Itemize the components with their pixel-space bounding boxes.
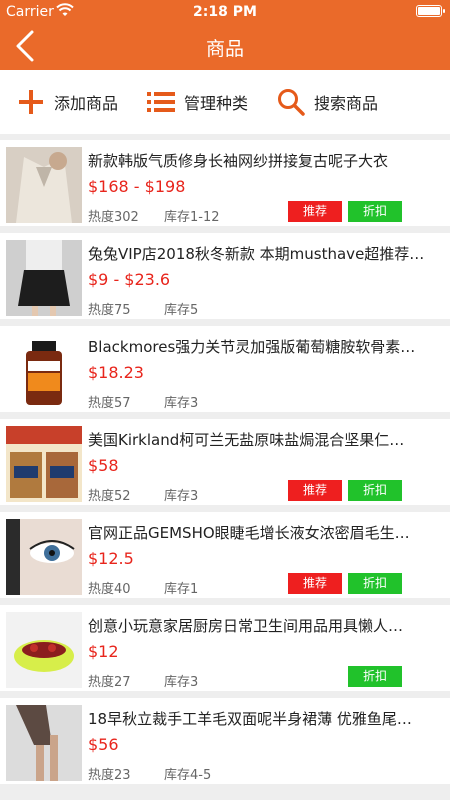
list-icon — [146, 87, 176, 117]
status-bar: Carrier 2:18 PM — [0, 0, 450, 24]
manage-category-label: 管理种类 — [184, 94, 249, 113]
product-meta: 热度40 库存1 — [88, 578, 198, 597]
product-heat: 热度57 — [88, 396, 131, 411]
product-heat: 热度302 — [88, 210, 139, 225]
product-meta: 热度23 库存4-5 — [88, 764, 211, 783]
product-price: $58 — [88, 456, 119, 475]
product-thumbnail — [6, 705, 82, 781]
product-meta: 热度57 库存3 — [88, 392, 198, 411]
product-title: 美国Kirkland柯可兰无盐原味盐焗混合坚果仁… — [88, 431, 405, 449]
product-thumbnail — [6, 519, 82, 595]
product-meta: 热度52 库存3 — [88, 485, 198, 504]
plus-icon — [16, 87, 46, 117]
product-title: 官网正品GEMSHO眼睫毛增长液女浓密眉毛生… — [88, 524, 410, 542]
product-stock: 库存1-12 — [164, 210, 220, 225]
product-meta: 热度75 库存5 — [88, 299, 198, 318]
product-list: 新款韩版气质修身长袖网纱拼接复古呢子大衣 $168 - $198 热度302 库存1-… — [0, 140, 450, 791]
app-header: Carrier 2:18 PM 商品 — [0, 0, 450, 70]
battery-icon — [416, 5, 445, 17]
product-thumbnail — [6, 426, 82, 502]
product-item[interactable]: 兔兔VIP店2018秋冬新款 本期musthave超推荐… $9 - $23.6 热… — [0, 233, 450, 319]
product-price: $12 — [88, 642, 119, 661]
search-product-label: 搜索商品 — [314, 94, 379, 113]
product-thumbnail — [6, 333, 82, 409]
product-stock: 库存3 — [164, 489, 199, 504]
product-item[interactable]: 官网正品GEMSHO眼睫毛增长液女浓密眉毛生… $12.5 热度40 库存1 推荐 折扣 — [0, 512, 450, 598]
product-stock: 库存3 — [164, 675, 199, 690]
action-toolbar: 添加商品 管理种类 搜索商品 — [0, 70, 450, 134]
product-item[interactable]: 创意小玩意家居厨房日常卫生间用品用具懒人… $12 热度27 库存3 折扣 — [0, 605, 450, 691]
product-title: 18早秋立裁手工羊毛双面呢半身裙薄 优雅鱼尾… — [88, 710, 412, 728]
product-price: $168 - $198 — [88, 177, 186, 196]
product-meta: 热度27 库存3 — [88, 671, 198, 690]
product-thumbnail — [6, 147, 82, 223]
search-icon — [276, 87, 306, 117]
product-heat: 热度75 — [88, 303, 131, 318]
product-item[interactable]: Blackmores强力关节灵加强版葡萄糖胺软骨素… $18.23 热度57 库存3 — [0, 326, 450, 412]
product-price: $12.5 — [88, 549, 134, 568]
product-thumbnail — [6, 240, 82, 316]
discount-button[interactable]: 折扣 — [348, 480, 402, 501]
search-product-button[interactable]: 搜索商品 — [276, 70, 378, 134]
product-stock: 库存5 — [164, 303, 199, 318]
product-price: $56 — [88, 735, 119, 754]
product-item[interactable]: 新款韩版气质修身长袖网纱拼接复古呢子大衣 $168 - $198 热度302 库存1-… — [0, 140, 450, 226]
product-stock: 库存1 — [164, 582, 199, 597]
page-title: 商品 — [205, 38, 244, 60]
product-heat: 热度27 — [88, 675, 131, 690]
recommend-button[interactable]: 推荐 — [288, 201, 342, 222]
discount-button[interactable]: 折扣 — [348, 666, 402, 687]
product-stock: 库存4-5 — [164, 768, 212, 783]
product-title: 新款韩版气质修身长袖网纱拼接复古呢子大衣 — [88, 152, 389, 170]
product-title: 创意小玩意家居厨房日常卫生间用品用具懒人… — [88, 617, 404, 635]
product-meta: 热度302 库存1-12 — [88, 206, 220, 225]
product-heat: 热度23 — [88, 768, 131, 783]
recommend-button[interactable]: 推荐 — [288, 573, 342, 594]
product-price: $9 - $23.6 — [88, 270, 171, 289]
product-thumbnail — [6, 612, 82, 688]
recommend-button[interactable]: 推荐 — [288, 480, 342, 501]
product-heat: 热度52 — [88, 489, 131, 504]
discount-button[interactable]: 折扣 — [348, 573, 402, 594]
product-item[interactable]: 18早秋立裁手工羊毛双面呢半身裙薄 优雅鱼尾… $56 热度23 库存4-5 — [0, 698, 450, 784]
add-product-label: 添加商品 — [54, 94, 119, 113]
add-product-button[interactable]: 添加商品 — [16, 70, 118, 134]
product-item[interactable]: 美国Kirkland柯可兰无盐原味盐焗混合坚果仁… $58 热度52 库存3 推荐 折扣 — [0, 419, 450, 505]
product-heat: 热度40 — [88, 582, 131, 597]
product-title: Blackmores强力关节灵加强版葡萄糖胺软骨素… — [88, 338, 416, 356]
manage-category-button[interactable]: 管理种类 — [146, 70, 248, 134]
discount-button[interactable]: 折扣 — [348, 201, 402, 222]
product-stock: 库存3 — [164, 396, 199, 411]
product-title: 兔兔VIP店2018秋冬新款 本期musthave超推荐… — [88, 245, 425, 263]
product-price: $18.23 — [88, 363, 144, 382]
status-time: 2:18 PM — [193, 4, 257, 20]
